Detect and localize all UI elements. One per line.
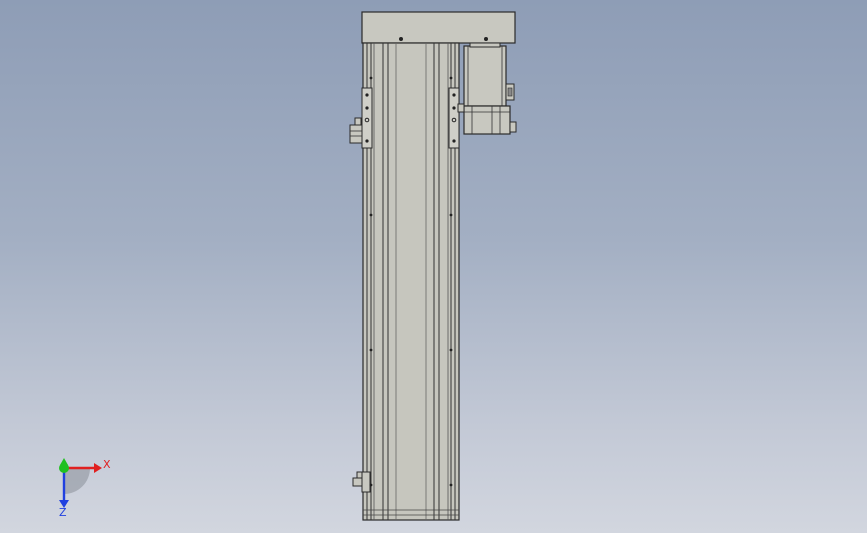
rail-mount-hole: [449, 213, 453, 217]
rail-mount-hole: [369, 348, 373, 352]
limit-sensor-block: [361, 471, 371, 493]
carriage-bolt: [365, 139, 369, 143]
rail-mount-hole: [369, 76, 373, 80]
z-axis-label: Z: [59, 506, 67, 518]
carriage-bolt: [452, 106, 456, 110]
triad-shadow: [64, 468, 90, 494]
rail-mount-hole: [369, 483, 373, 487]
carriage-bolt: [452, 139, 456, 143]
servo-motor-body: [463, 45, 507, 107]
coupling-housing: [463, 105, 511, 135]
rail-body: [362, 42, 460, 521]
graphics-viewport[interactable]: X Z: [0, 0, 867, 533]
motor-connector-pin: [507, 87, 513, 97]
rail-mount-hole: [449, 348, 453, 352]
rail-mount-hole: [449, 76, 453, 80]
end-cap-bolt: [484, 37, 488, 41]
coupling-tab: [457, 103, 465, 113]
carriage-bolt: [365, 106, 369, 110]
limit-sensor-tab: [356, 471, 363, 479]
motor-flange: [469, 42, 501, 48]
top-end-cap: [361, 11, 516, 44]
carriage-bolt: [365, 93, 369, 97]
y-axis-arrow: [60, 458, 68, 465]
carriage-bolt: [452, 93, 456, 97]
limit-sensor-tab: [354, 117, 362, 126]
coupling-tab: [509, 121, 517, 133]
limit-sensor-lower: [352, 477, 363, 487]
x-axis-label: X: [103, 458, 111, 471]
rail-mount-hole: [369, 213, 373, 217]
linear-actuator-model[interactable]: [0, 0, 867, 533]
rail-mount-hole: [449, 483, 453, 487]
limit-sensor-upper: [349, 124, 363, 144]
end-cap-bolt: [399, 37, 403, 41]
xyz-axis-triad-icon: X Z: [59, 458, 111, 518]
x-axis-arrow: [94, 463, 102, 473]
